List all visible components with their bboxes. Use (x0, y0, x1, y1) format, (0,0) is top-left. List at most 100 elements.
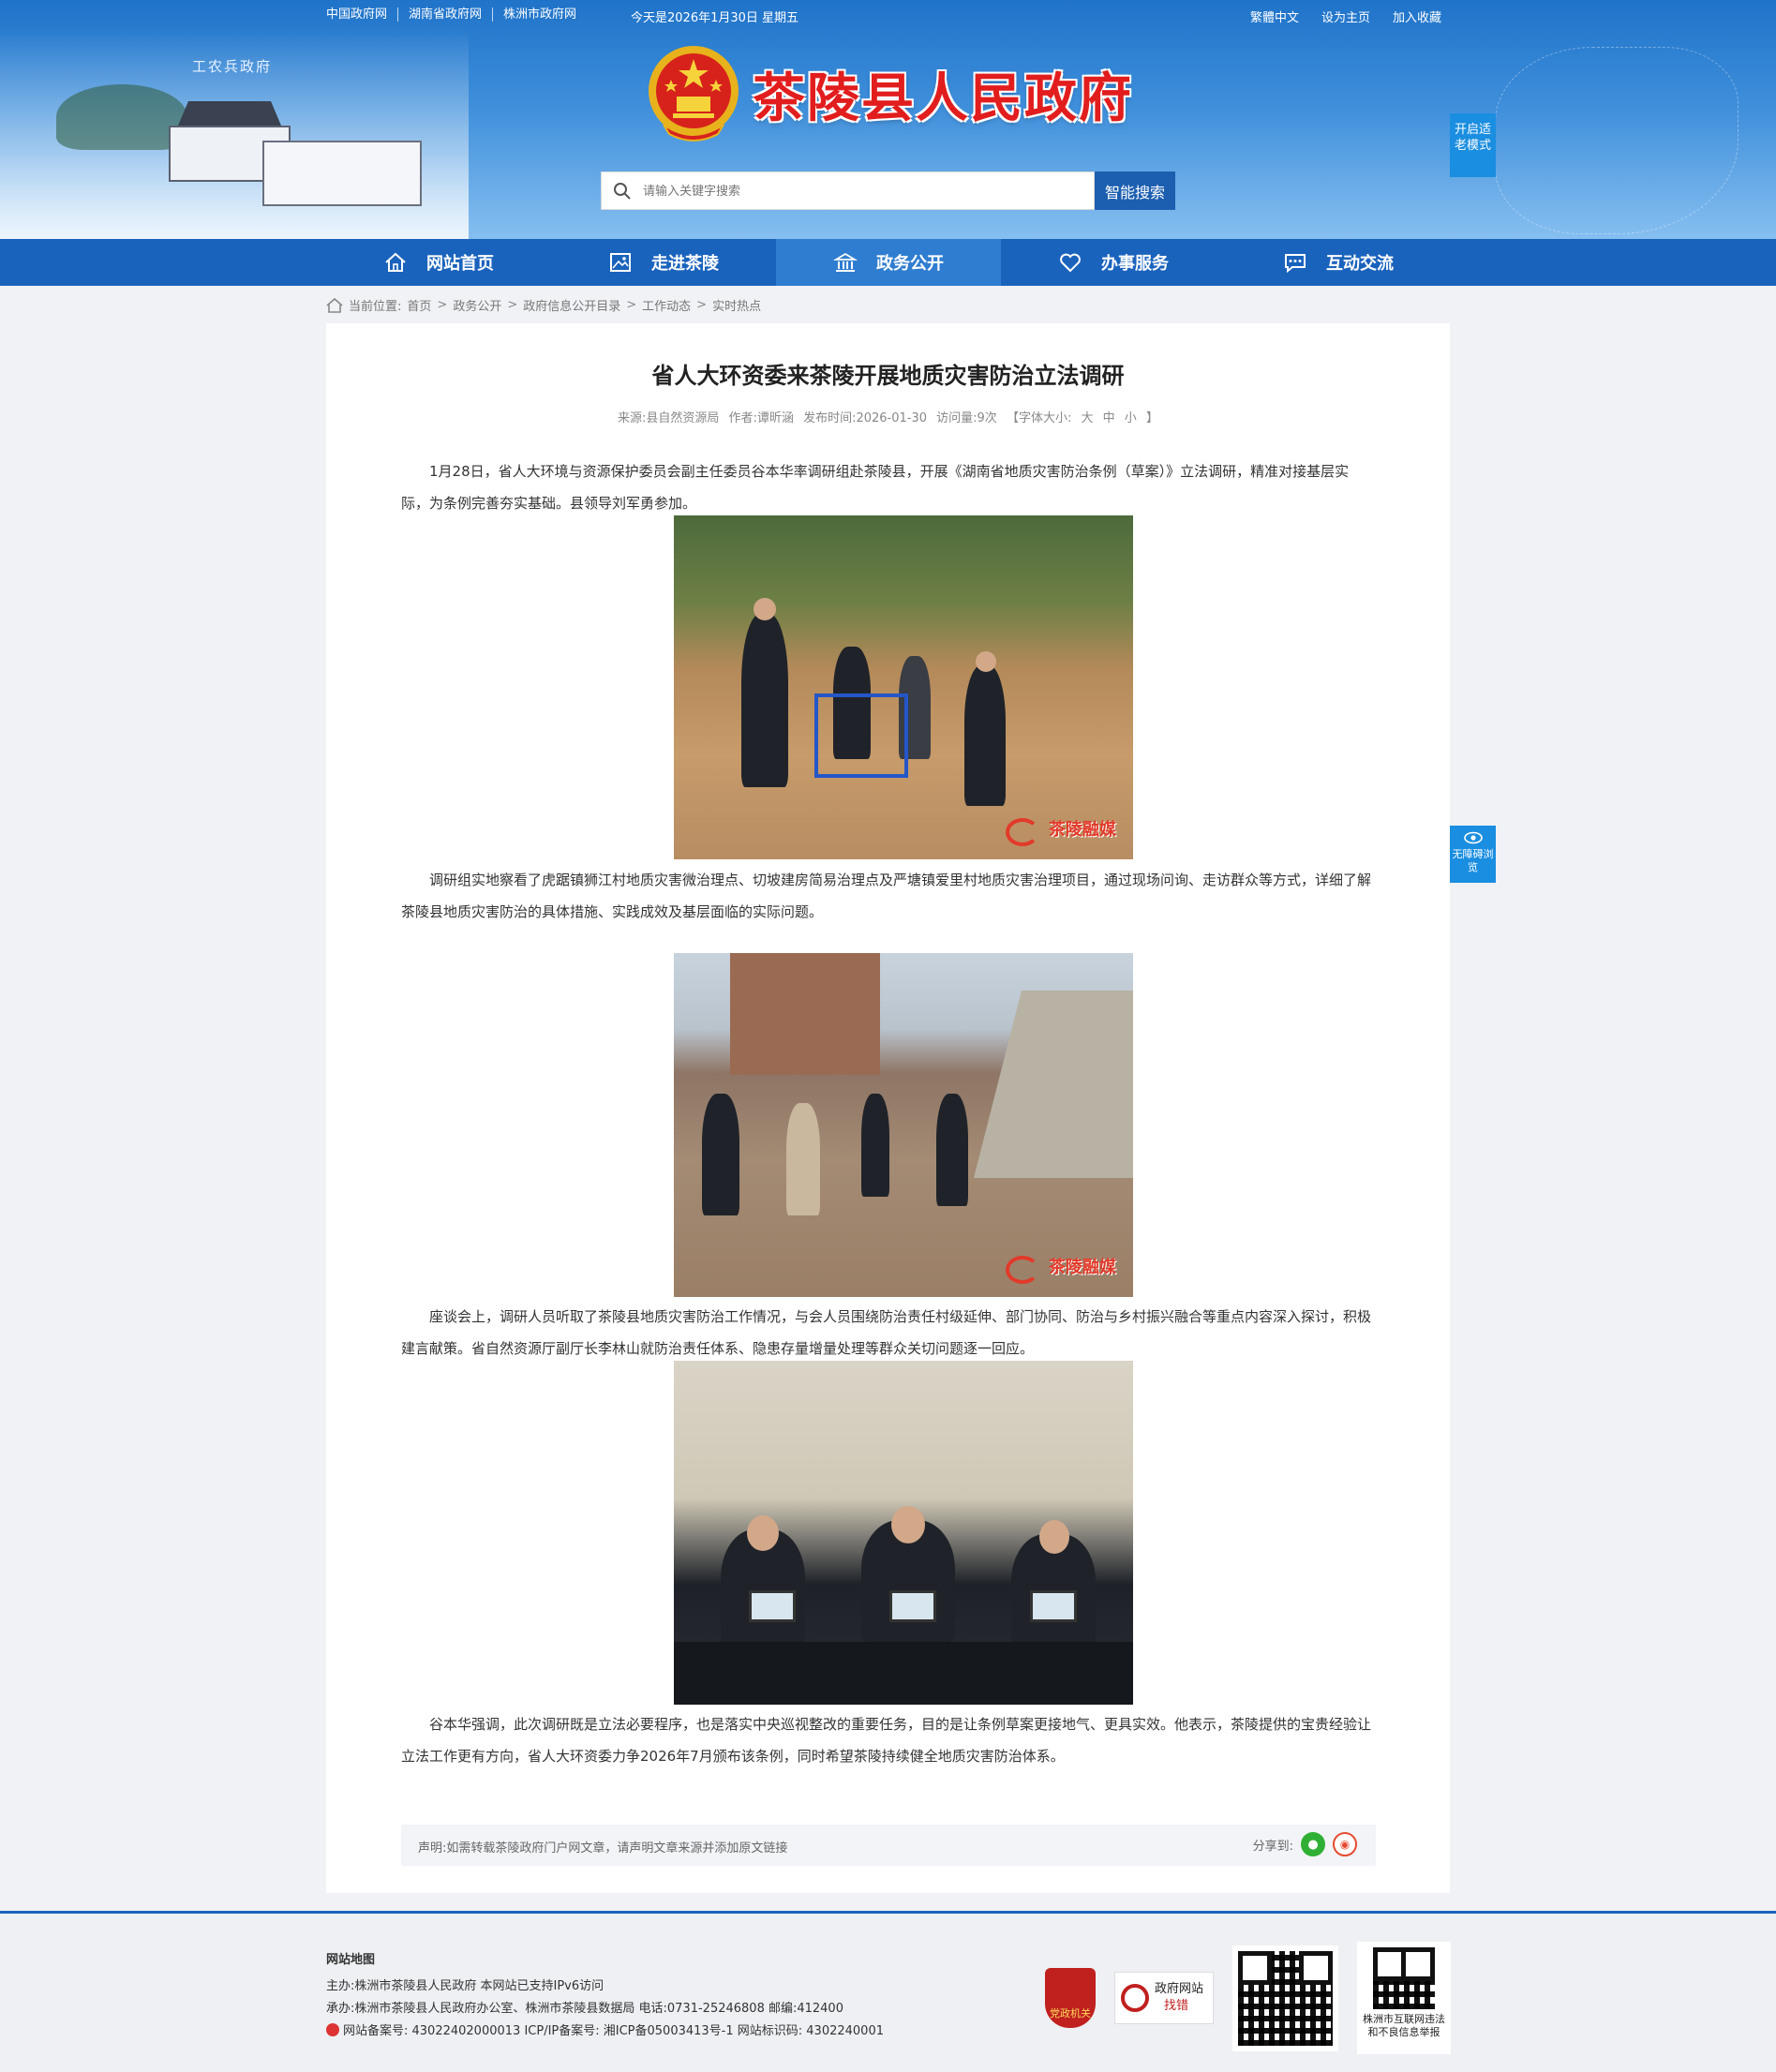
article-paragraph: 座谈会上，调研人员听取了茶陵县地质灾害防治工作情况，与会人员围绕防治责任村级延伸… (401, 1308, 1372, 1357)
nav-label-gov-affairs: 政务公开 (876, 254, 944, 274)
top-tools: 繁體中文 设为主页 加入收藏 (1250, 7, 1441, 25)
elder-mode-button[interactable]: 开启适老模式 (1450, 113, 1496, 177)
article-photo-site-inspection: 茶陵融媒 (674, 515, 1133, 859)
photo-figure (741, 614, 788, 787)
chat-icon (1285, 254, 1306, 274)
top-bar: 中国政府网 湖南省政府网 株洲市政府网 今天是2026年1月30日 星期五 繁體… (0, 0, 1776, 30)
qr-code-icon (1238, 1950, 1333, 2046)
breadcrumb-home[interactable]: 首页 (407, 296, 431, 314)
traditional-chinese-link[interactable]: 繁體中文 (1250, 7, 1299, 25)
footer-badges: 党政机关 政府网站 找错 株洲市互联网违法和不良信息举报 (1045, 1942, 1451, 2054)
nav-label-about: 走进茶陵 (651, 254, 719, 274)
nav-item-about[interactable]: 走进茶陵 (551, 239, 776, 286)
breadcrumb-hot-topics[interactable]: 实时热点 (712, 296, 761, 314)
article-paragraph: 调研组实地察看了虎踞镇狮江村地质灾害微治理点、切坡建房简易治理点及严塘镇爱里村地… (401, 872, 1372, 920)
breadcrumb-separator: > (507, 298, 518, 312)
picture-icon (610, 253, 631, 272)
party-gov-label: 党政机关 (1050, 2007, 1091, 2020)
link-hunan-gov[interactable]: 湖南省政府网 (397, 7, 492, 22)
breadcrumb: 当前位置: 首页 > 政务公开 > 政府信息公开目录 > 工作动态 > 实时热点 (326, 296, 761, 314)
nav-label-services: 办事服务 (1101, 254, 1169, 274)
breadcrumb-catalog[interactable]: 政府信息公开目录 (523, 296, 620, 314)
link-zhuzhou-gov[interactable]: 株洲市政府网 (492, 7, 587, 22)
error-report-line2: 找错 (1164, 1999, 1189, 2013)
photo-figure-head (754, 598, 776, 620)
font-size-large[interactable]: 大 (1081, 411, 1093, 425)
sitemap-link[interactable]: 网站地图 (326, 1949, 884, 1972)
nav-item-gov-affairs[interactable]: 政务公开 (776, 239, 1001, 286)
add-favorite-link[interactable]: 加入收藏 (1393, 7, 1441, 25)
font-size-close: 】 (1145, 411, 1158, 425)
report-qr-label: 株洲市互联网违法和不良信息举报 (1363, 2013, 1445, 2038)
magnifier-icon (1121, 1984, 1149, 2012)
banner-roof (178, 101, 281, 126)
accessibility-button[interactable]: 无障碍浏览 (1450, 826, 1496, 883)
breadcrumb-prefix: 当前位置: (349, 300, 402, 314)
breadcrumb-separator: > (696, 298, 708, 312)
photo-blue-fence (814, 693, 908, 778)
qr-code-icon (1373, 1947, 1435, 2009)
banner-map (1495, 47, 1739, 234)
smart-search-button[interactable]: 智能搜索 (1095, 171, 1175, 210)
heart-icon (1060, 253, 1081, 273)
watermark-logo (1006, 1256, 1039, 1284)
nav-item-home[interactable]: 网站首页 (326, 239, 551, 286)
photo-watermark: 茶陵融媒 (1049, 1258, 1116, 1277)
photo-figure-head (976, 651, 996, 672)
building-icon (833, 252, 858, 272)
banner-scene: 工农兵政府 (0, 28, 469, 239)
font-size-medium[interactable]: 中 (1103, 411, 1115, 425)
photo-nameplate (1030, 1590, 1077, 1622)
footer-record: 网站备案号: 43022402000013 ICP/IP备案号: 湘ICP备05… (343, 2024, 884, 2038)
watermark-logo (1006, 818, 1039, 846)
report-qr-code[interactable]: 株洲市互联网违法和不良信息举报 (1357, 1942, 1451, 2054)
article-photo-symposium (674, 1361, 1133, 1705)
photo-figure (936, 1094, 968, 1206)
wechat-qr-code (1232, 1945, 1338, 2051)
banner-trees (56, 84, 187, 150)
nav-label-interaction: 互动交流 (1326, 254, 1394, 274)
photo-figure-head (1039, 1520, 1069, 1554)
article-paragraph: 1月28日，省人大环境与资源保护委员会副主任委员谷本华率调研组赴茶陵县，开展《湖… (401, 463, 1350, 512)
banner-wall (262, 141, 422, 206)
link-china-gov[interactable]: 中国政府网 (326, 7, 397, 22)
main-nav: 网站首页 走进茶陵 政务公开 办事服务 互动交流 (0, 239, 1776, 286)
site-footer: 网站地图 主办:株洲市茶陵县人民政府 本网站已支持IPv6访问 承办:株洲市茶陵… (0, 1911, 1776, 2072)
share-tools: 分享到: ● ◉ (1253, 1832, 1357, 1856)
photo-figure (861, 1094, 889, 1197)
article-source: 来源:县自然资源局 (618, 411, 720, 425)
eye-icon (1463, 831, 1483, 844)
wechat-share-icon[interactable]: ● (1301, 1832, 1325, 1856)
article-title: 省人大环资委来茶陵开展地质灾害防治立法调研 (651, 363, 1125, 389)
photo-retaining-wall (974, 991, 1133, 1178)
nav-item-interaction[interactable]: 互动交流 (1226, 239, 1451, 286)
article-author: 作者:谭昕涵 (728, 411, 794, 425)
banner-caption: 工农兵政府 (192, 58, 273, 75)
footer-info: 网站地图 主办:株洲市茶陵县人民政府 本网站已支持IPv6访问 承办:株洲市茶陵… (326, 1949, 884, 2043)
footer-organizer: 承办:株洲市茶陵县人民政府办公室、株洲市茶陵县数据局 电话:0731-25246… (326, 2002, 843, 2016)
search-input[interactable] (643, 184, 1037, 198)
font-size-small[interactable]: 小 (1125, 411, 1137, 425)
breadcrumb-work-news[interactable]: 工作动态 (642, 296, 691, 314)
nav-item-services[interactable]: 办事服务 (1001, 239, 1226, 286)
national-emblem-icon (649, 46, 739, 142)
photo-nameplate (889, 1590, 936, 1622)
photo-figure (786, 1103, 820, 1215)
nav-items: 网站首页 走进茶陵 政务公开 办事服务 互动交流 (326, 239, 1451, 286)
breadcrumb-separator: > (626, 298, 637, 312)
weibo-share-icon[interactable]: ◉ (1333, 1832, 1357, 1856)
breadcrumb-separator: > (437, 298, 448, 312)
search-box (601, 171, 1095, 210)
photo-watermark: 茶陵融媒 (1049, 820, 1116, 840)
search-bar: 智能搜索 (601, 171, 1175, 210)
article-panel: 省人大环资委来茶陵开展地质灾害防治立法调研 来源:县自然资源局 作者:谭昕涵 发… (326, 323, 1450, 1893)
site-error-report-badge[interactable]: 政府网站 找错 (1114, 1972, 1214, 2024)
photo-figure (702, 1094, 739, 1215)
set-homepage-link[interactable]: 设为主页 (1321, 7, 1370, 25)
breadcrumb-gov-affairs[interactable]: 政务公开 (453, 296, 501, 314)
article-paragraph: 谷本华强调，此次调研既是立法必要程序，也是落实中央巡视整改的重要任务，目的是让条… (401, 1716, 1372, 1765)
party-gov-badge[interactable]: 党政机关 (1045, 1968, 1096, 2028)
photo-brick-building (730, 953, 880, 1075)
photo-conference-table (674, 1642, 1133, 1705)
site-title: 茶陵县人民政府 (753, 67, 1133, 129)
